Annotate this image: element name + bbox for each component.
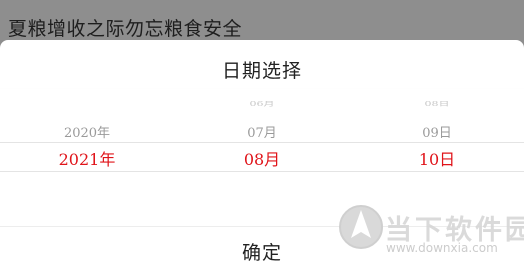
selection-line-bottom (0, 171, 524, 172)
day-option[interactable]: 08日 (350, 99, 524, 108)
year-option[interactable]: 2020年 (0, 122, 174, 141)
background-header-title: 夏粮增收之际勿忘粮食安全 (8, 18, 243, 40)
day-option[interactable]: 09日 (350, 122, 524, 141)
wheel-top-fade (0, 88, 524, 100)
month-option-selected[interactable]: 08月 (174, 146, 350, 170)
watermark: 当下软件园 www.downxia.com (338, 204, 524, 277)
downxia-logo-icon (339, 205, 383, 249)
app-screen: 夏粮增收之际勿忘粮食安全 日期选择 2020年 2021年 06月 07月 08… (0, 0, 524, 277)
day-option-selected[interactable]: 10日 (350, 146, 524, 170)
month-wheel[interactable]: 06月 07月 08月 (174, 88, 350, 228)
year-option-selected[interactable]: 2021年 (0, 146, 174, 170)
selection-line-top (0, 142, 524, 143)
watermark-url: www.downxia.com (386, 241, 498, 255)
year-wheel[interactable]: 2020年 2021年 (0, 88, 174, 228)
picker-title: 日期选择 (221, 60, 302, 82)
month-option[interactable]: 07月 (174, 122, 350, 141)
month-option[interactable]: 06月 (174, 99, 350, 108)
